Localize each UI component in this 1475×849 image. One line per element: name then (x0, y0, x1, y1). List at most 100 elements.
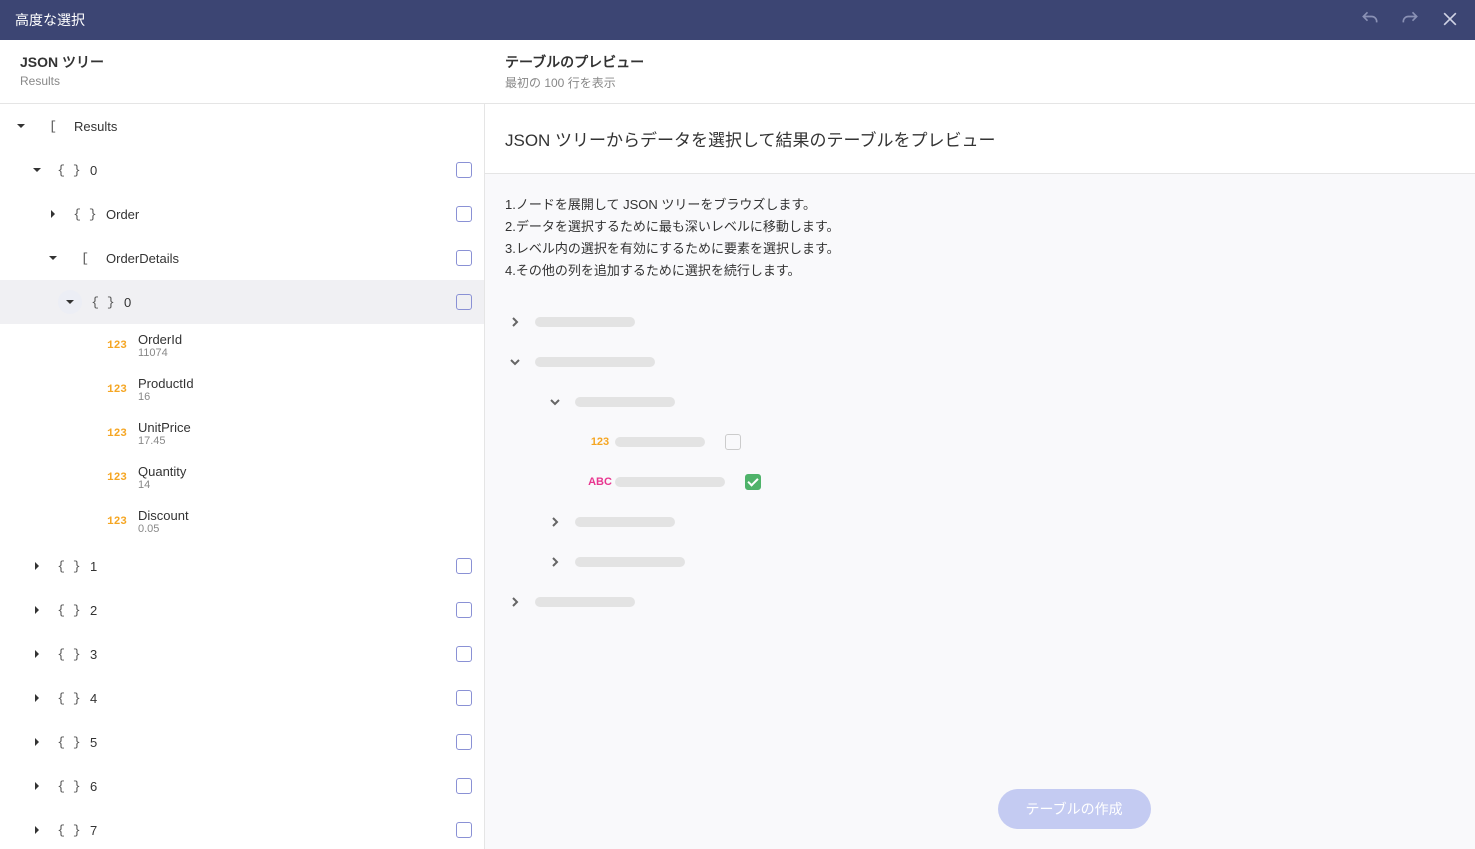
node-checkbox[interactable] (456, 250, 472, 266)
titlebar: 高度な選択 (0, 0, 1475, 40)
chevron-right-icon[interactable] (26, 599, 48, 621)
window-actions (1360, 9, 1460, 32)
tree-row[interactable]: { } 4 (0, 676, 484, 720)
object-type-icon: { } (54, 691, 84, 706)
skeleton-checkbox-checked (745, 474, 761, 490)
json-tree: [Results{ }0{ }Order[OrderDetails{ }0123… (0, 104, 485, 849)
window-title: 高度な選択 (15, 10, 1360, 30)
number-type-icon: 123 (102, 516, 132, 528)
tree-row[interactable]: { } 1 (0, 544, 484, 588)
object-type-icon: { } (70, 207, 100, 222)
tree-row[interactable]: { } 5 (0, 720, 484, 764)
right-panel-subtitle: 最初の 100 行を表示 (505, 74, 1455, 91)
object-type-icon: { } (88, 295, 118, 310)
node-value: 11074 (138, 347, 472, 360)
caret-spacer (74, 423, 96, 445)
skeleton-checkbox (725, 434, 741, 450)
node-checkbox[interactable] (456, 602, 472, 618)
node-label: Quantity (138, 464, 472, 480)
instruction-line: 1.ノードを展開して JSON ツリーをブラウズします。 (505, 194, 1455, 216)
array-type-icon: [ (70, 251, 100, 266)
tree-row[interactable]: { } 3 (0, 632, 484, 676)
string-type-icon: ABC (585, 476, 615, 488)
tree-row[interactable]: 123 OrderId11074 (0, 324, 484, 368)
node-checkbox[interactable] (456, 162, 472, 178)
caret-spacer (74, 379, 96, 401)
number-type-icon: 123 (585, 436, 615, 448)
tree-row[interactable]: [Results (0, 104, 484, 148)
chevron-right-icon[interactable] (26, 643, 48, 665)
object-type-icon: { } (54, 735, 84, 750)
tree-row[interactable]: 123Discount0.05 (0, 500, 484, 544)
node-label: 5 (90, 735, 456, 750)
node-checkbox[interactable] (456, 690, 472, 706)
chevron-down-icon[interactable] (58, 290, 82, 314)
node-label: OrderDetails (106, 251, 456, 266)
chevron-right-icon[interactable] (26, 819, 48, 841)
node-checkbox[interactable] (456, 734, 472, 750)
panel-header: JSON ツリー Results テーブルのプレビュー 最初の 100 行を表示 (0, 40, 1475, 104)
right-panel-title: テーブルのプレビュー (505, 52, 1455, 72)
object-type-icon: { } (54, 603, 84, 618)
tree-row[interactable]: 123Quantity14 (0, 456, 484, 500)
chevron-right-icon[interactable] (26, 775, 48, 797)
undo-icon[interactable] (1360, 9, 1380, 32)
node-label: 7 (90, 823, 456, 838)
array-type-icon: [ (38, 119, 68, 134)
node-label: Order (106, 207, 456, 222)
node-checkbox[interactable] (456, 778, 472, 794)
caret-spacer (74, 467, 96, 489)
node-label: 0 (124, 295, 456, 310)
chevron-right-icon[interactable] (42, 203, 64, 225)
number-type-icon: 123 (102, 428, 132, 440)
caret-spacer (74, 511, 96, 533)
tree-row[interactable]: { } 7 (0, 808, 484, 849)
create-table-button[interactable]: テーブルの作成 (998, 789, 1151, 829)
instruction-line: 3.レベル内の選択を有効にするために要素を選択します。 (505, 238, 1455, 260)
node-label: 3 (90, 647, 456, 662)
object-type-icon: { } (54, 647, 84, 662)
number-type-icon: 123 (102, 384, 132, 396)
tree-row[interactable]: { } 0 (0, 280, 484, 324)
tree-row[interactable]: { }0 (0, 148, 484, 192)
node-label: 6 (90, 779, 456, 794)
chevron-down-icon[interactable] (10, 115, 32, 137)
object-type-icon: { } (54, 779, 84, 794)
node-checkbox[interactable] (456, 822, 472, 838)
node-label: 1 (90, 559, 456, 574)
object-type-icon: { } (54, 559, 84, 574)
node-label: UnitPrice (138, 420, 472, 436)
instruction-line: 2.データを選択するために最も深いレベルに移動します。 (505, 216, 1455, 238)
skeleton-illustration: 123 ABC (505, 302, 1455, 622)
tree-row[interactable]: 123ProductId16 (0, 368, 484, 412)
tree-row[interactable]: { } 6 (0, 764, 484, 808)
node-label: 0 (90, 163, 456, 178)
chevron-right-icon[interactable] (26, 687, 48, 709)
close-icon[interactable] (1440, 9, 1460, 32)
chevron-down-icon[interactable] (42, 247, 64, 269)
instructions-text: 1.ノードを展開して JSON ツリーをブラウズします。2.データを選択するため… (505, 194, 1455, 282)
tree-row[interactable]: [ OrderDetails (0, 236, 484, 280)
chevron-right-icon[interactable] (26, 731, 48, 753)
node-label: 2 (90, 603, 456, 618)
node-checkbox[interactable] (456, 206, 472, 222)
caret-spacer (74, 335, 96, 357)
chevron-down-icon[interactable] (26, 159, 48, 181)
node-checkbox[interactable] (456, 558, 472, 574)
redo-icon[interactable] (1400, 9, 1420, 32)
number-type-icon: 123 (102, 340, 132, 352)
node-checkbox[interactable] (456, 646, 472, 662)
node-label: 4 (90, 691, 456, 706)
chevron-right-icon[interactable] (26, 555, 48, 577)
tree-row[interactable]: { } Order (0, 192, 484, 236)
tree-row[interactable]: { } 2 (0, 588, 484, 632)
left-panel-subtitle: Results (20, 74, 465, 88)
node-checkbox[interactable] (456, 294, 472, 310)
number-type-icon: 123 (102, 472, 132, 484)
tree-row[interactable]: 123UnitPrice17.45 (0, 412, 484, 456)
preview-panel: JSON ツリーからデータを選択して結果のテーブルをプレビュー 1.ノードを展開… (485, 104, 1475, 849)
node-label: OrderId (138, 332, 472, 348)
node-value: 0.05 (138, 523, 472, 536)
instruction-line: 4.その他の列を追加するために選択を続行します。 (505, 260, 1455, 282)
object-type-icon: { } (54, 823, 84, 838)
